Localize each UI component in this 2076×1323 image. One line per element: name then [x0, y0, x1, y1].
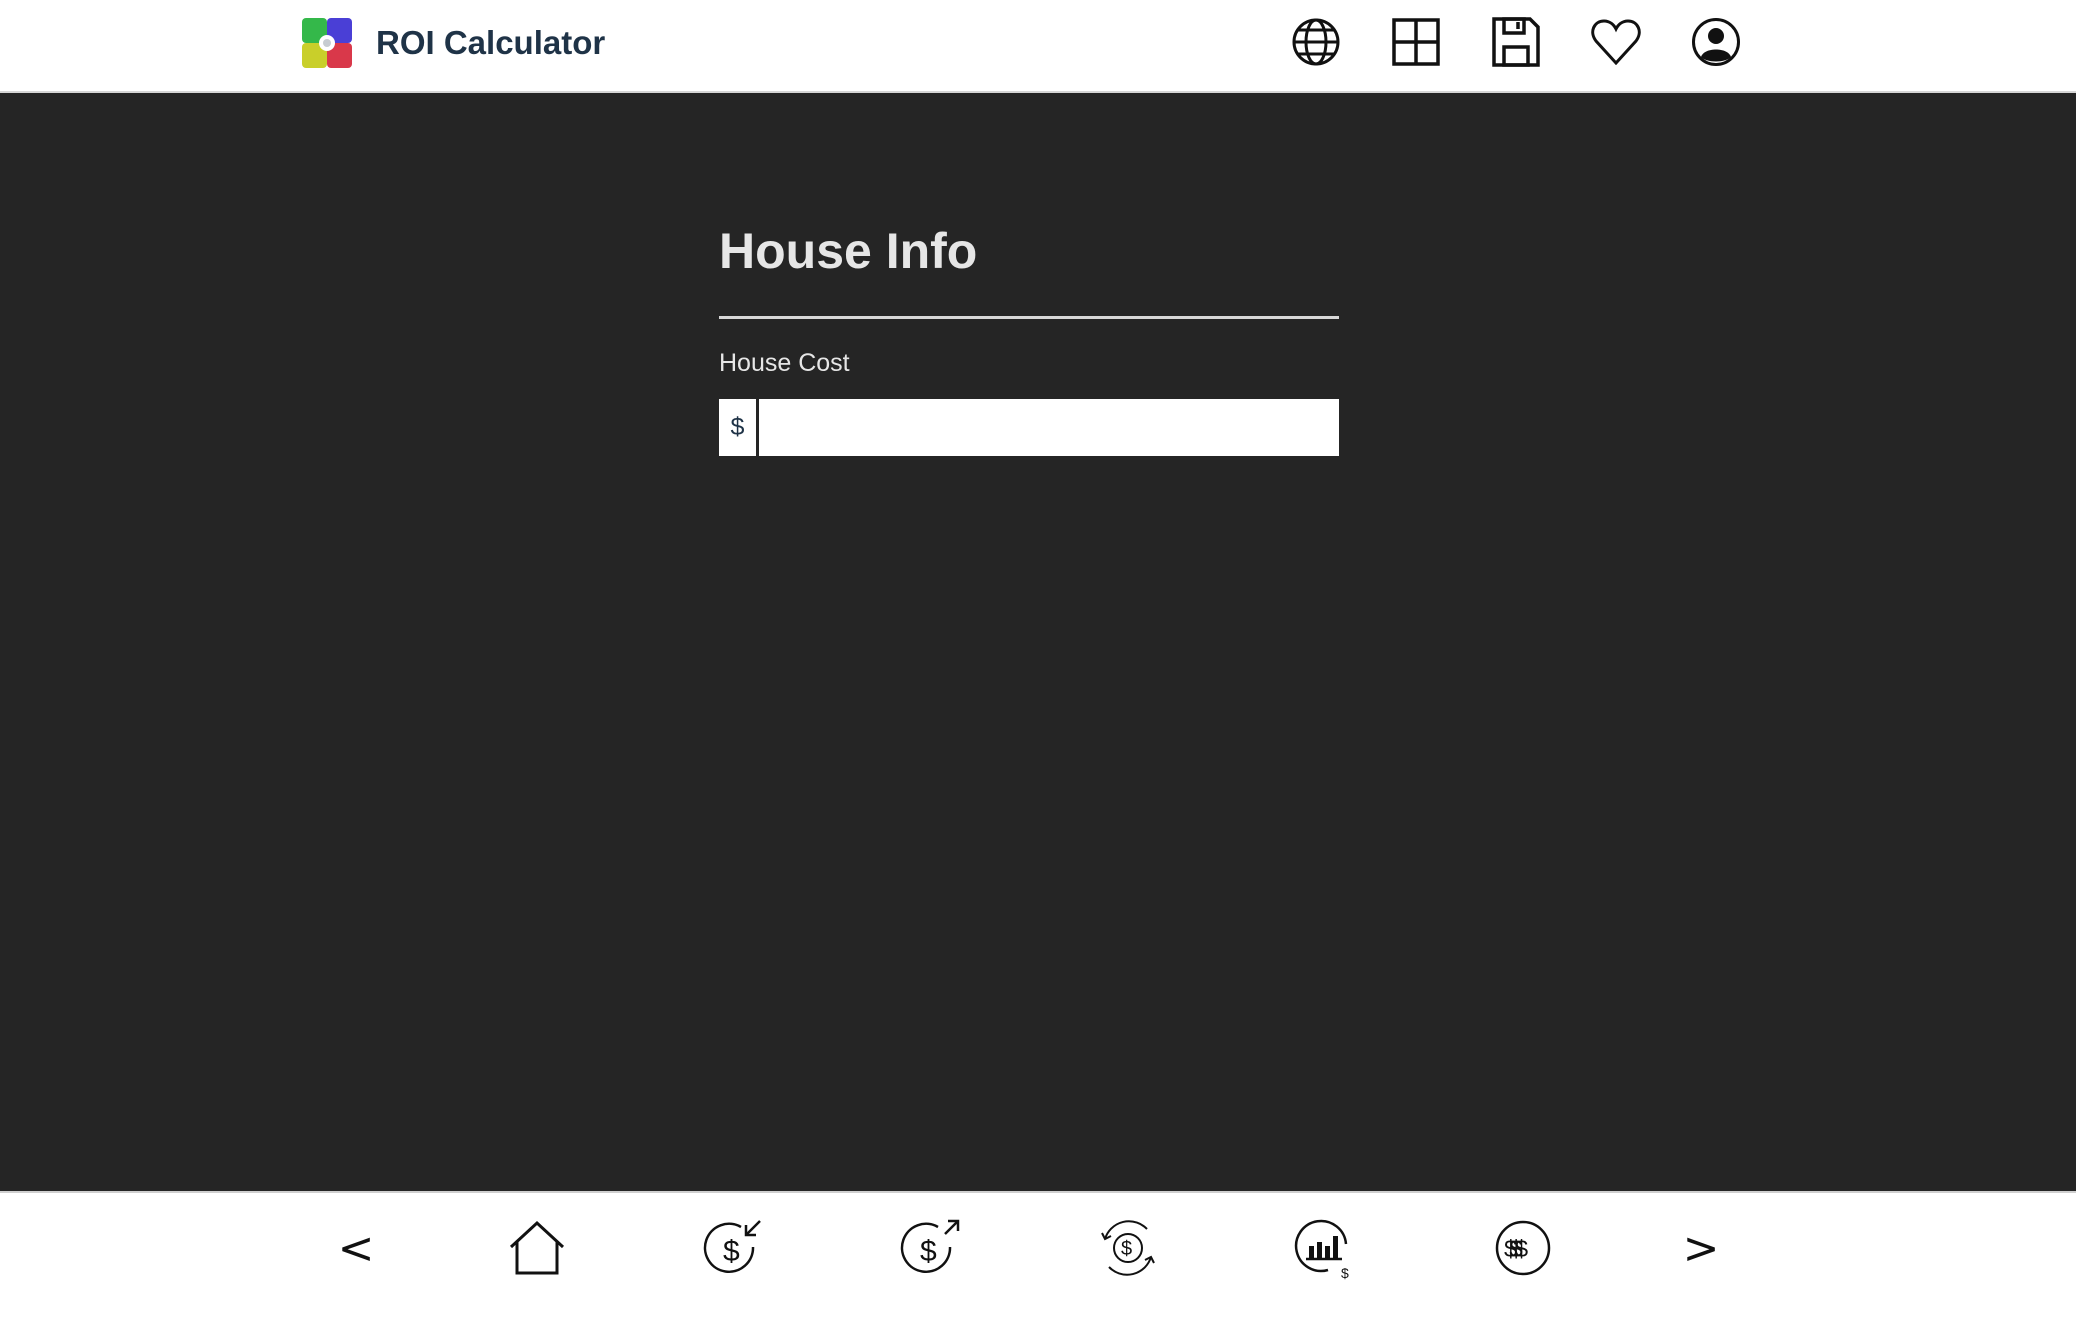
chart-dollar-icon[interactable]: $	[1291, 1213, 1361, 1283]
heart-icon[interactable]	[1590, 16, 1642, 68]
dollar-glyph: $	[723, 1235, 740, 1268]
dollar-glyph: $	[920, 1235, 937, 1268]
multi-dollar-glyph: $$$	[1504, 1236, 1528, 1263]
user-icon[interactable]	[1690, 16, 1742, 68]
currency-prefix: $	[719, 399, 759, 456]
bottom-navbar: < $ $ $ $ $$$ >	[0, 1191, 2076, 1323]
next-button[interactable]: >	[1666, 1213, 1736, 1283]
top-navbar: ROI Calculator	[0, 0, 2076, 93]
app-title: ROI Calculator	[376, 24, 606, 61]
globe-icon[interactable]	[1290, 16, 1342, 68]
grid-icon[interactable]	[1390, 16, 1442, 68]
money-out-icon[interactable]: $	[896, 1213, 966, 1283]
house-cost-label: House Cost	[719, 349, 850, 377]
dollar-glyph: $	[1121, 1238, 1132, 1260]
header-actions	[1290, 16, 1742, 68]
house-info-form: House Info House Cost $	[719, 226, 1339, 456]
save-icon[interactable]	[1490, 16, 1542, 68]
dollar-glyph: $	[1341, 1265, 1349, 1280]
prev-button[interactable]: <	[321, 1213, 391, 1283]
money-in-icon[interactable]: $	[699, 1213, 769, 1283]
house-cost-input-group: $	[719, 399, 1339, 456]
brand[interactable]: ROI Calculator	[302, 18, 606, 68]
section-divider	[719, 316, 1339, 319]
money-cycle-icon[interactable]: $	[1093, 1213, 1163, 1283]
house-cost-input[interactable]	[759, 399, 1339, 456]
multi-dollar-icon[interactable]: $$$	[1488, 1213, 1558, 1283]
app-logo-icon	[302, 18, 352, 68]
home-icon[interactable]	[502, 1213, 572, 1283]
main-content: House Info House Cost $	[0, 93, 2076, 1191]
section-title: House Info	[719, 223, 978, 279]
